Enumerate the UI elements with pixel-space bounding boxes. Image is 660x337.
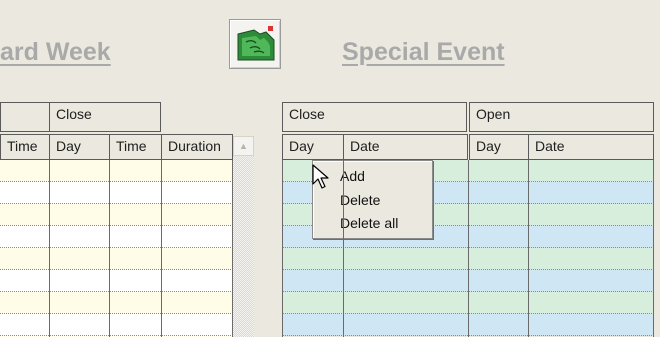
- left-column-divider: [232, 160, 233, 337]
- left-table-row[interactable]: [0, 204, 233, 226]
- left-table-row[interactable]: [0, 270, 233, 292]
- left-table-body[interactable]: [0, 160, 233, 337]
- context-menu[interactable]: Add Delete Delete all: [312, 160, 433, 239]
- menu-item-delete[interactable]: Delete: [340, 192, 380, 208]
- right-column-divider: [528, 160, 529, 337]
- right-column-divider: [653, 160, 654, 337]
- left-column-divider: [109, 160, 110, 337]
- hand-gesture-icon: [237, 26, 275, 61]
- right-column-divider: [468, 160, 469, 337]
- hand-gesture-button[interactable]: [229, 19, 281, 69]
- left-column-divider: [49, 160, 50, 337]
- right-col-open-day[interactable]: Day: [469, 134, 529, 160]
- left-table-row[interactable]: [0, 292, 233, 314]
- right-col-open-date[interactable]: Date: [528, 134, 654, 160]
- left-table-row[interactable]: [0, 160, 233, 182]
- left-col-duration[interactable]: Duration: [161, 134, 233, 160]
- right-col-close-date[interactable]: Date: [343, 134, 468, 160]
- right-column-divider: [282, 160, 283, 337]
- left-column-divider: [161, 160, 162, 337]
- vertical-scrollbar[interactable]: [233, 156, 254, 337]
- standard-week-title: ard Week: [0, 38, 111, 66]
- right-column-divider: [343, 160, 344, 337]
- left-group-header-close: Close: [49, 102, 161, 132]
- left-col-time-open[interactable]: Time: [0, 134, 50, 160]
- left-table-row[interactable]: [0, 226, 233, 248]
- left-table-row[interactable]: [0, 314, 233, 336]
- left-table-row[interactable]: [0, 248, 233, 270]
- right-col-close-day[interactable]: Day: [282, 134, 344, 160]
- scroll-up-button[interactable]: ▲: [233, 136, 254, 156]
- right-group-header-open: Open: [469, 102, 654, 132]
- left-col-time-close[interactable]: Time: [109, 134, 162, 160]
- special-event-title: Special Event: [342, 38, 505, 66]
- left-table-row[interactable]: [0, 182, 233, 204]
- left-group-header-spacer: [0, 102, 50, 132]
- right-group-header-close: Close: [282, 102, 467, 132]
- menu-item-delete-all[interactable]: Delete all: [340, 215, 398, 231]
- mouse-pointer-icon: [312, 164, 329, 189]
- left-col-day[interactable]: Day: [49, 134, 110, 160]
